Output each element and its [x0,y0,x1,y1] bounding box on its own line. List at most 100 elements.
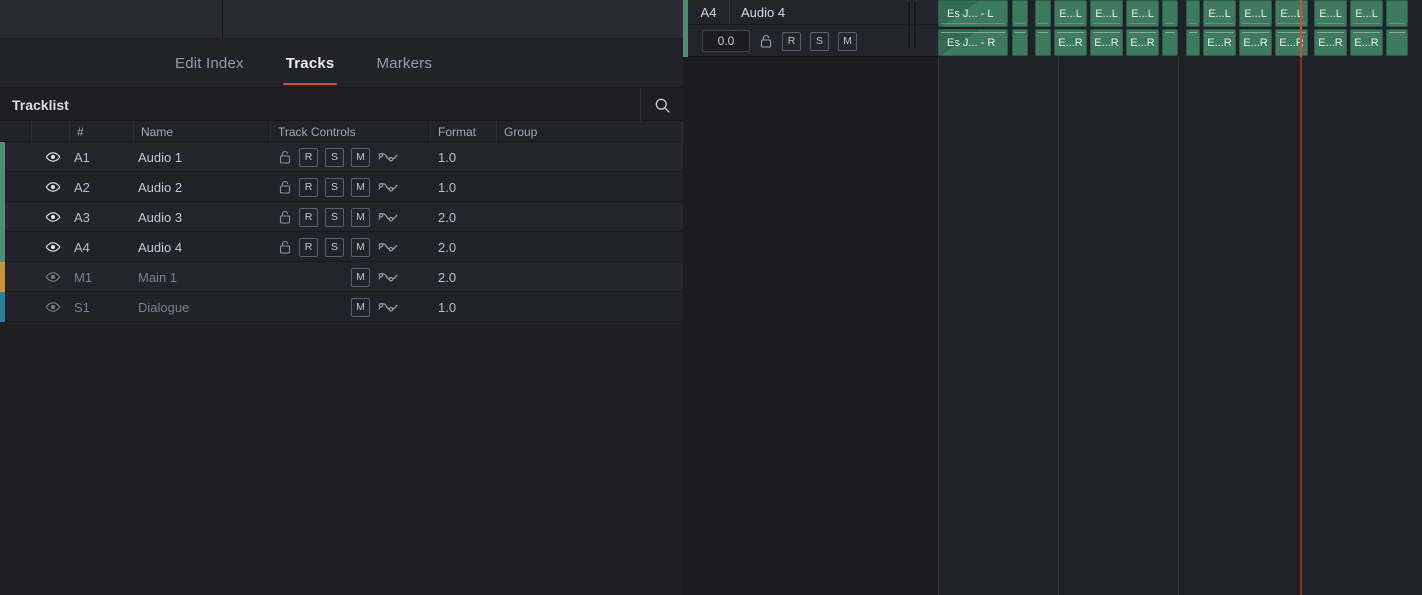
mute-button[interactable]: M [351,237,370,257]
eye-icon[interactable] [43,292,63,322]
tab-markers-label: Markers [376,55,433,72]
timeline-clip[interactable]: E...R [1275,29,1308,56]
lock-icon[interactable] [278,179,292,195]
track-name-label[interactable]: Audio 2 [138,172,182,202]
table-row[interactable]: A2 Audio 2 R S M 1.0 [0,172,683,202]
track-controls-group: RSM [278,202,399,232]
track-name-label[interactable]: Dialogue [138,292,189,322]
record-arm-button[interactable]: R [299,237,318,257]
track-controls-group: RSM [278,232,399,262]
automation-curve-icon[interactable] [377,208,399,226]
track-name-label[interactable]: Main 1 [138,262,177,292]
clip-label: E...R [1207,36,1232,49]
eye-icon[interactable] [43,262,63,292]
timeline-clip[interactable]: E...R [1054,29,1087,56]
automation-curve-icon[interactable] [377,298,399,316]
lock-icon[interactable] [278,209,292,225]
timeline-clip[interactable]: E...R [1314,29,1347,56]
track-name-label[interactable]: Audio 3 [138,202,182,232]
column-header-name[interactable]: Name [134,121,271,142]
mute-button[interactable]: M [838,31,857,51]
clip-lane-right-channel: Es J... - R E...R E...R E...R E...R E...R E...… [938,0,1422,57]
tracklist-column-headers: # Name Track Controls Format Group [0,121,683,142]
clip-label [1187,30,1199,55]
tracklist-header-bar: Tracklist [0,89,683,121]
table-row[interactable]: A3 Audio 3 R S M 2.0 [0,202,683,232]
topbar-left-section [0,0,222,38]
record-arm-button[interactable]: R [299,147,318,167]
record-arm-button[interactable]: R [299,207,318,227]
timeline-clip[interactable]: E...R [1239,29,1272,56]
table-row[interactable]: A4 Audio 4 R S M 2.0 [0,232,683,262]
record-arm-button[interactable]: R [782,31,801,51]
lock-icon[interactable] [759,33,773,49]
solo-button[interactable]: S [325,237,344,257]
timeline-clip[interactable]: Es J... - R [938,29,1008,56]
table-row[interactable]: A1 Audio 1 R S M 1.0 [0,142,683,172]
tracklist-title: Tracklist [12,97,69,113]
panel-topbar [0,0,683,38]
mute-button[interactable]: M [351,267,370,287]
eye-icon[interactable] [43,232,63,262]
track-color-strip [0,292,5,322]
solo-button[interactable]: S [325,177,344,197]
track-format-label: 1.0 [438,149,457,165]
clip-label: E...R [1354,36,1379,49]
column-header-number[interactable]: # [70,121,134,142]
automation-curve-icon[interactable] [377,148,399,166]
track-format-label: 2.0 [438,269,457,285]
eye-icon[interactable] [43,172,63,202]
tab-tracks-label: Tracks [285,55,335,72]
timeline-clip[interactable]: E...R [1203,29,1236,56]
track-name-label[interactable]: Audio 1 [138,142,182,172]
tab-tracks[interactable]: Tracks [282,39,338,88]
track-name-label[interactable]: Audio 4 [138,232,182,262]
tab-edit-index[interactable]: Edit Index [175,39,244,88]
timeline-gridline [1178,57,1179,595]
automation-curve-icon[interactable] [377,238,399,256]
tab-markers[interactable]: Markers [376,39,432,88]
solo-button[interactable]: S [325,147,344,167]
record-arm-button[interactable]: R [299,177,318,197]
playhead-line-head[interactable] [1300,0,1302,57]
eye-icon[interactable] [43,202,63,232]
column-header-format[interactable]: Format [431,121,497,142]
solo-button[interactable]: S [325,207,344,227]
timeline-clip[interactable] [1035,29,1051,56]
timeline-clip[interactable]: E...R [1126,29,1159,56]
timeline-clip[interactable]: E...R [1090,29,1123,56]
lock-icon[interactable] [278,239,292,255]
clip-label: E...R [1243,36,1268,49]
mute-button[interactable]: M [351,147,370,167]
automation-curve-icon[interactable] [377,268,399,286]
timeline-clip[interactable] [1186,29,1200,56]
column-header-group[interactable]: Group [497,121,683,142]
mute-button[interactable]: M [351,177,370,197]
table-row[interactable]: S1 Dialogue M 1.0 [0,292,683,322]
timeline-clip[interactable]: E...R [1350,29,1383,56]
mute-button[interactable]: M [351,297,370,317]
track-number-label: A1 [74,149,90,165]
track-number-label: A3 [74,209,90,225]
track-number-label: S1 [74,299,90,315]
clip-label: Es J... - R [947,36,996,49]
automation-curve-icon[interactable] [377,178,399,196]
column-header-track-controls[interactable]: Track Controls [271,121,431,142]
timeline-clip-area[interactable]: Es J... - L E...L E...L E...L E...L E...L E...… [938,0,1422,595]
timeline-clip[interactable] [1012,29,1028,56]
playhead-line[interactable] [1300,0,1302,595]
table-row[interactable]: M1 Main 1 M 2.0 [0,262,683,292]
search-icon[interactable] [640,89,683,121]
timeline-clip[interactable] [1386,29,1408,56]
solo-button[interactable]: S [810,31,829,51]
track-gain-field[interactable]: 0.0 [702,30,750,52]
timeline-track-header-a4[interactable]: A4 Audio 4 0.0 R S M [683,0,938,57]
track-name-label[interactable]: Audio 4 [730,5,785,20]
timeline-clip[interactable] [1162,29,1178,56]
audio-level-meter [907,0,929,50]
mute-button[interactable]: M [351,207,370,227]
lock-icon[interactable] [278,149,292,165]
meter-bar-right [913,0,917,50]
clip-label: E...R [1058,36,1083,49]
eye-icon[interactable] [43,142,63,172]
